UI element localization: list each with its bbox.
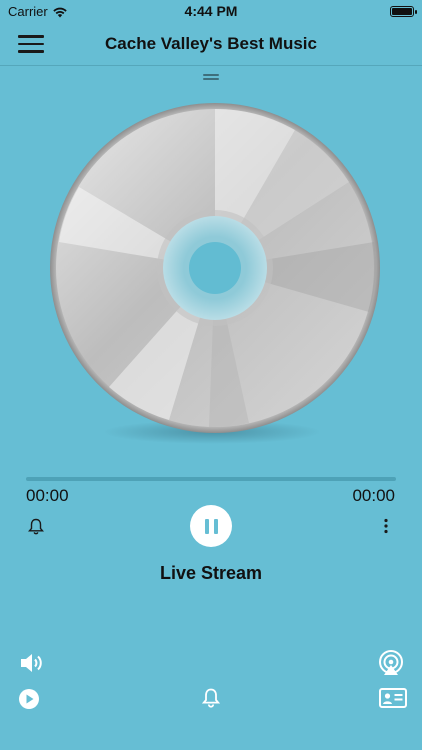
play-circle-icon[interactable] [18,688,40,710]
progress-bar[interactable] [26,477,396,481]
navigation-bar: Cache Valley's Best Music [0,22,422,66]
bell-icon[interactable] [28,518,44,535]
status-time: 4:44 PM [184,3,238,19]
more-vertical-icon[interactable] [382,518,390,534]
bell-bottom-icon[interactable] [202,688,220,708]
elapsed-time: 00:00 [26,486,69,505]
track-title: Live Stream [159,563,263,583]
cd-artwork [49,102,381,434]
pause-icon [204,518,209,534]
drag-handle[interactable] [203,74,219,82]
hamburger-menu-icon[interactable] [18,30,44,56]
airplay-icon[interactable] [377,650,405,676]
volume-icon[interactable] [19,652,45,674]
cd-disc-image [50,103,380,433]
duration-time: 00:00 [352,486,395,505]
page-title: Cache Valley's Best Music [105,34,317,53]
battery-icon [390,6,417,17]
status-bar: Carrier 4:44 PM [0,0,422,22]
contact-card-icon[interactable] [379,688,407,708]
pause-button[interactable] [190,505,232,547]
